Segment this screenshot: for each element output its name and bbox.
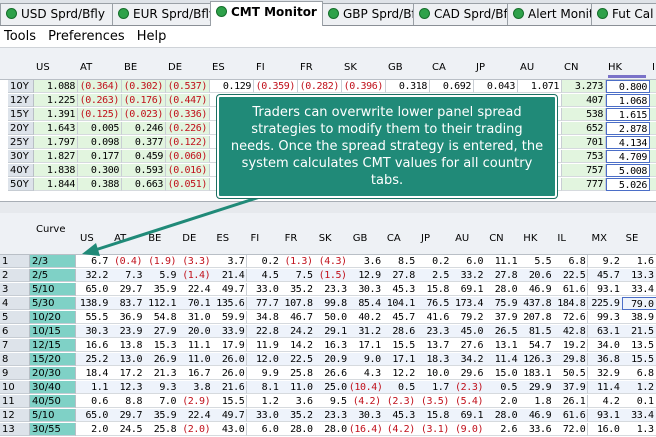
callout-arrow (82, 195, 261, 256)
callout-text: Traders can overwrite lower panel spread… (230, 105, 544, 188)
callout-box: Traders can overwrite lower panel spread… (217, 95, 557, 198)
